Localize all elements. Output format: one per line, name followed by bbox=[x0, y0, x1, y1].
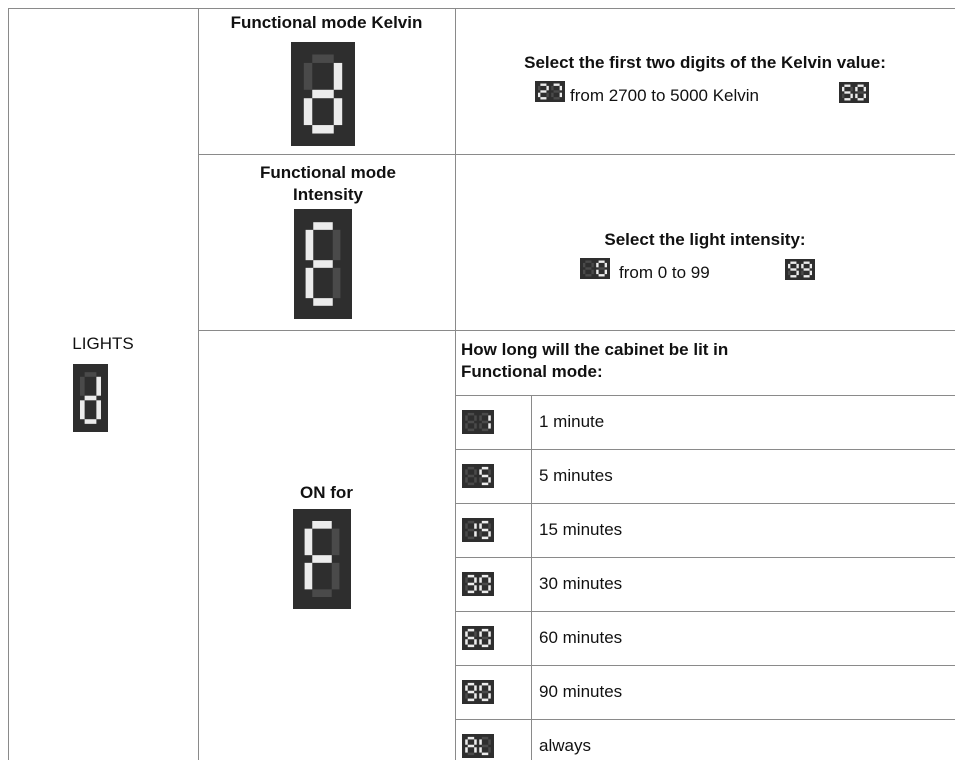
kelvin-heading: Select the first two digits of the Kelvi… bbox=[524, 53, 886, 72]
row-divider-kelvin bbox=[198, 154, 955, 155]
kelvin-from-display bbox=[535, 81, 565, 102]
lights-label: LIGHTS bbox=[72, 334, 134, 353]
option-display bbox=[462, 572, 494, 596]
kelvin-to-display bbox=[839, 82, 869, 103]
option-label: 90 minutes bbox=[539, 682, 623, 701]
option-label: 15 minutes bbox=[539, 520, 623, 539]
option-divider bbox=[455, 449, 955, 450]
option-divider bbox=[455, 665, 955, 666]
option-label: 1 minute bbox=[539, 412, 605, 431]
column-divider-2 bbox=[455, 8, 456, 760]
intensity-seven-segment-display bbox=[294, 209, 352, 319]
intensity-title: Functional mode Intensity bbox=[260, 163, 396, 204]
option-label: 5 minutes bbox=[539, 466, 613, 485]
kelvin-title: Functional mode Kelvin bbox=[230, 13, 423, 32]
intensity-range-text: from 0 to 99 bbox=[619, 263, 710, 282]
intensity-heading: Select the light intensity: bbox=[604, 230, 806, 249]
option-display bbox=[462, 410, 494, 434]
intensity-to-display bbox=[785, 259, 815, 280]
on-for-heading: How long will the cabinet be lit in Func… bbox=[461, 340, 729, 381]
option-label: 60 minutes bbox=[539, 628, 623, 647]
option-display bbox=[462, 626, 494, 650]
option-divider bbox=[455, 503, 955, 504]
table-left-border bbox=[8, 8, 9, 760]
option-divider bbox=[455, 611, 955, 612]
table-top-border bbox=[8, 8, 955, 9]
option-divider bbox=[455, 557, 955, 558]
column-divider-1 bbox=[198, 8, 199, 760]
intensity-from-display bbox=[580, 258, 610, 279]
kelvin-seven-segment-display bbox=[291, 42, 355, 146]
lights-seven-segment-display bbox=[73, 364, 108, 432]
on-for-seven-segment-display bbox=[293, 509, 351, 609]
option-divider bbox=[455, 395, 955, 396]
option-display bbox=[462, 464, 494, 488]
option-display bbox=[462, 734, 494, 758]
option-display bbox=[462, 680, 494, 704]
on-for-title: ON for bbox=[300, 483, 353, 502]
option-divider bbox=[455, 719, 955, 720]
option-label: always bbox=[539, 736, 591, 755]
kelvin-range-text: from 2700 to 5000 Kelvin bbox=[570, 86, 760, 105]
option-display bbox=[462, 518, 494, 542]
row-divider-intensity bbox=[198, 330, 955, 331]
option-label: 30 minutes bbox=[539, 574, 623, 593]
